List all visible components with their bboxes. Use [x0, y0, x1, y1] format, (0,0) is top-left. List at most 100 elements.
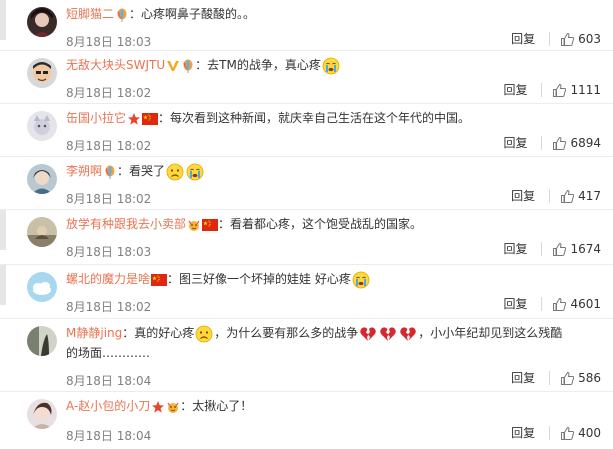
crying-face-icon — [186, 163, 204, 181]
comment-text: ：去TM的战争，真心疼 — [195, 58, 321, 72]
thumbs-up-icon[interactable] — [552, 297, 567, 312]
comment-date: 8月18日 18:02 — [66, 139, 152, 153]
star-badge-icon — [151, 400, 165, 414]
comment-meta: 8月18日 18:02 — [66, 297, 466, 317]
reply-button[interactable]: 回复 — [503, 239, 527, 259]
reply-button[interactable]: 回复 — [511, 368, 535, 388]
comment-meta: 8月18日 18:03 — [66, 32, 466, 52]
cheer-badge-icon — [187, 218, 201, 232]
comment-item: 短脚猫二 ：心疼啊鼻子酸酸的。。 8月18日 18:03 回复 603 — [0, 0, 613, 51]
reply-button[interactable]: 回复 — [503, 133, 527, 153]
avatar[interactable] — [27, 164, 57, 194]
username-link[interactable]: 放学有种跟我去小卖部 — [66, 217, 186, 231]
comment-date: 8月18日 18:04 — [66, 374, 152, 388]
comment-header: 缶国小拉它 ：每次看到这种新闻，就庆幸自己生活在这个年代的中国。 — [66, 109, 601, 127]
china-flag-icon — [151, 273, 168, 286]
broken-heart-icon — [379, 325, 397, 343]
comment-meta: 8月18日 18:02 — [66, 189, 466, 209]
broken-heart-icon — [399, 325, 417, 343]
comment-item: 放学有种跟我去小卖部 ：看着都心疼，这个饱受战乱的国家。 8月18日 18:03 … — [0, 210, 613, 265]
comment-text-part: ，小小年纪却见到这么残酷 — [418, 326, 563, 340]
comment-meta: 8月18日 18:03 — [66, 242, 466, 262]
comment-header: 螺北的魔力是啥 ：图三好像一个坏掉的娃娃 好心疼 — [66, 270, 601, 288]
comment-meta: 8月18日 18:04 — [66, 371, 466, 391]
comment-date: 8月18日 18:03 — [66, 35, 152, 49]
comment-text: ：心疼啊鼻子酸酸的。。 — [129, 7, 256, 21]
username-link[interactable]: M静静jing — [66, 326, 122, 340]
thumbs-up-icon[interactable] — [560, 32, 575, 47]
like-count: 400 — [578, 426, 601, 440]
comment-header: 放学有种跟我去小卖部 ：看着都心疼，这个饱受战乱的国家。 — [66, 215, 601, 233]
comment-meta: 8月18日 18:04 — [66, 426, 466, 446]
like-count: 1111 — [570, 83, 601, 97]
username-link[interactable]: 缶国小拉它 — [66, 111, 126, 125]
balloon-badge-icon — [181, 59, 195, 73]
comment-actions: 回复 6894 — [503, 133, 601, 153]
comment-text: ：真的好心疼 — [122, 326, 195, 340]
comment-text: ：太揪心了！ — [180, 399, 253, 413]
reply-button[interactable]: 回复 — [503, 294, 527, 314]
username-link[interactable]: 螺北的魔力是啥 — [66, 272, 150, 286]
china-flag-icon — [202, 218, 219, 231]
comment-list: 短脚猫二 ：心疼啊鼻子酸酸的。。 8月18日 18:03 回复 603 无敌大块头… — [0, 0, 613, 449]
avatar[interactable] — [27, 58, 57, 88]
comment-text-part: ，为什么要有那么多的战争 — [214, 326, 359, 340]
balloon-badge-icon — [115, 8, 129, 22]
comment-header: 无敌大块头SWJTU ：去TM的战争，真心疼 — [66, 56, 601, 74]
crying-face-icon — [322, 57, 340, 75]
thumbs-up-icon[interactable] — [552, 242, 567, 257]
reply-button[interactable]: 回复 — [511, 186, 535, 206]
comment-actions: 回复 1111 — [503, 80, 601, 100]
comment-actions: 回复 586 — [511, 368, 601, 388]
broken-heart-icon — [359, 325, 377, 343]
cheer-badge-icon — [166, 400, 180, 414]
comment-item: 李朔啊 ：看哭了 8月18日 18:02 回复 417 — [0, 157, 613, 210]
comment-date: 8月18日 18:02 — [66, 86, 152, 100]
sad-face-icon — [195, 325, 213, 343]
action-divider — [541, 242, 543, 256]
action-divider — [549, 32, 551, 46]
username-link[interactable]: 短脚猫二 — [66, 7, 114, 21]
sad-face-icon — [166, 163, 184, 181]
avatar[interactable] — [27, 7, 57, 37]
comment-date: 8月18日 18:03 — [66, 245, 152, 259]
comment-text: ：图三好像一个坏掉的娃娃 好心疼 — [167, 272, 351, 286]
vip-badge-icon — [166, 59, 180, 73]
china-flag-icon — [142, 112, 159, 125]
avatar[interactable] — [27, 272, 57, 302]
comment-header: M静静jing：真的好心疼 ，为什么要有那么多的战争 ，小小年纪却见到这么残酷 — [66, 324, 601, 342]
balloon-badge-icon — [103, 165, 117, 179]
avatar[interactable] — [27, 399, 57, 429]
avatar[interactable] — [27, 326, 57, 356]
comment-date: 8月18日 18:02 — [66, 192, 152, 206]
username-link[interactable]: A-赵小包的小刀 — [66, 399, 150, 413]
comment-item: 缶国小拉它 ：每次看到这种新闻，就庆幸自己生活在这个年代的中国。 8月18日 18… — [0, 104, 613, 157]
action-divider — [541, 136, 543, 150]
reply-button[interactable]: 回复 — [511, 29, 535, 49]
comment-actions: 回复 4601 — [503, 294, 601, 314]
thumbs-up-icon[interactable] — [552, 83, 567, 98]
comment-header: 李朔啊 ：看哭了 — [66, 162, 601, 180]
thumbs-up-icon[interactable] — [560, 426, 575, 441]
comment-meta: 8月18日 18:02 — [66, 136, 466, 156]
comment-meta: 8月18日 18:02 — [66, 83, 466, 103]
comment-header: A-赵小包的小刀 ：太揪心了！ — [66, 397, 601, 415]
reply-button[interactable]: 回复 — [511, 423, 535, 443]
thumbs-up-icon[interactable] — [560, 371, 575, 386]
comment-actions: 回复 400 — [511, 423, 601, 443]
thumbs-up-icon[interactable] — [552, 136, 567, 151]
avatar[interactable] — [27, 111, 57, 141]
comment-actions: 回复 417 — [511, 186, 601, 206]
thumbs-up-icon[interactable] — [560, 189, 575, 204]
like-count: 6894 — [570, 136, 601, 150]
username-link[interactable]: 李朔啊 — [66, 164, 102, 178]
comment-item: 螺北的魔力是啥 ：图三好像一个坏掉的娃娃 好心疼 8月18日 18:02 回复 4… — [0, 265, 613, 319]
avatar[interactable] — [27, 217, 57, 247]
like-count: 417 — [578, 189, 601, 203]
reply-button[interactable]: 回复 — [503, 80, 527, 100]
comment-item: M静静jing：真的好心疼 ，为什么要有那么多的战争 ，小小年纪却见到这么残酷 的场… — [0, 319, 613, 392]
action-divider — [541, 297, 543, 311]
comment-text-continued: 的场面………… — [66, 346, 151, 360]
username-link[interactable]: 无敌大块头SWJTU — [66, 58, 165, 72]
like-count: 4601 — [570, 297, 601, 311]
